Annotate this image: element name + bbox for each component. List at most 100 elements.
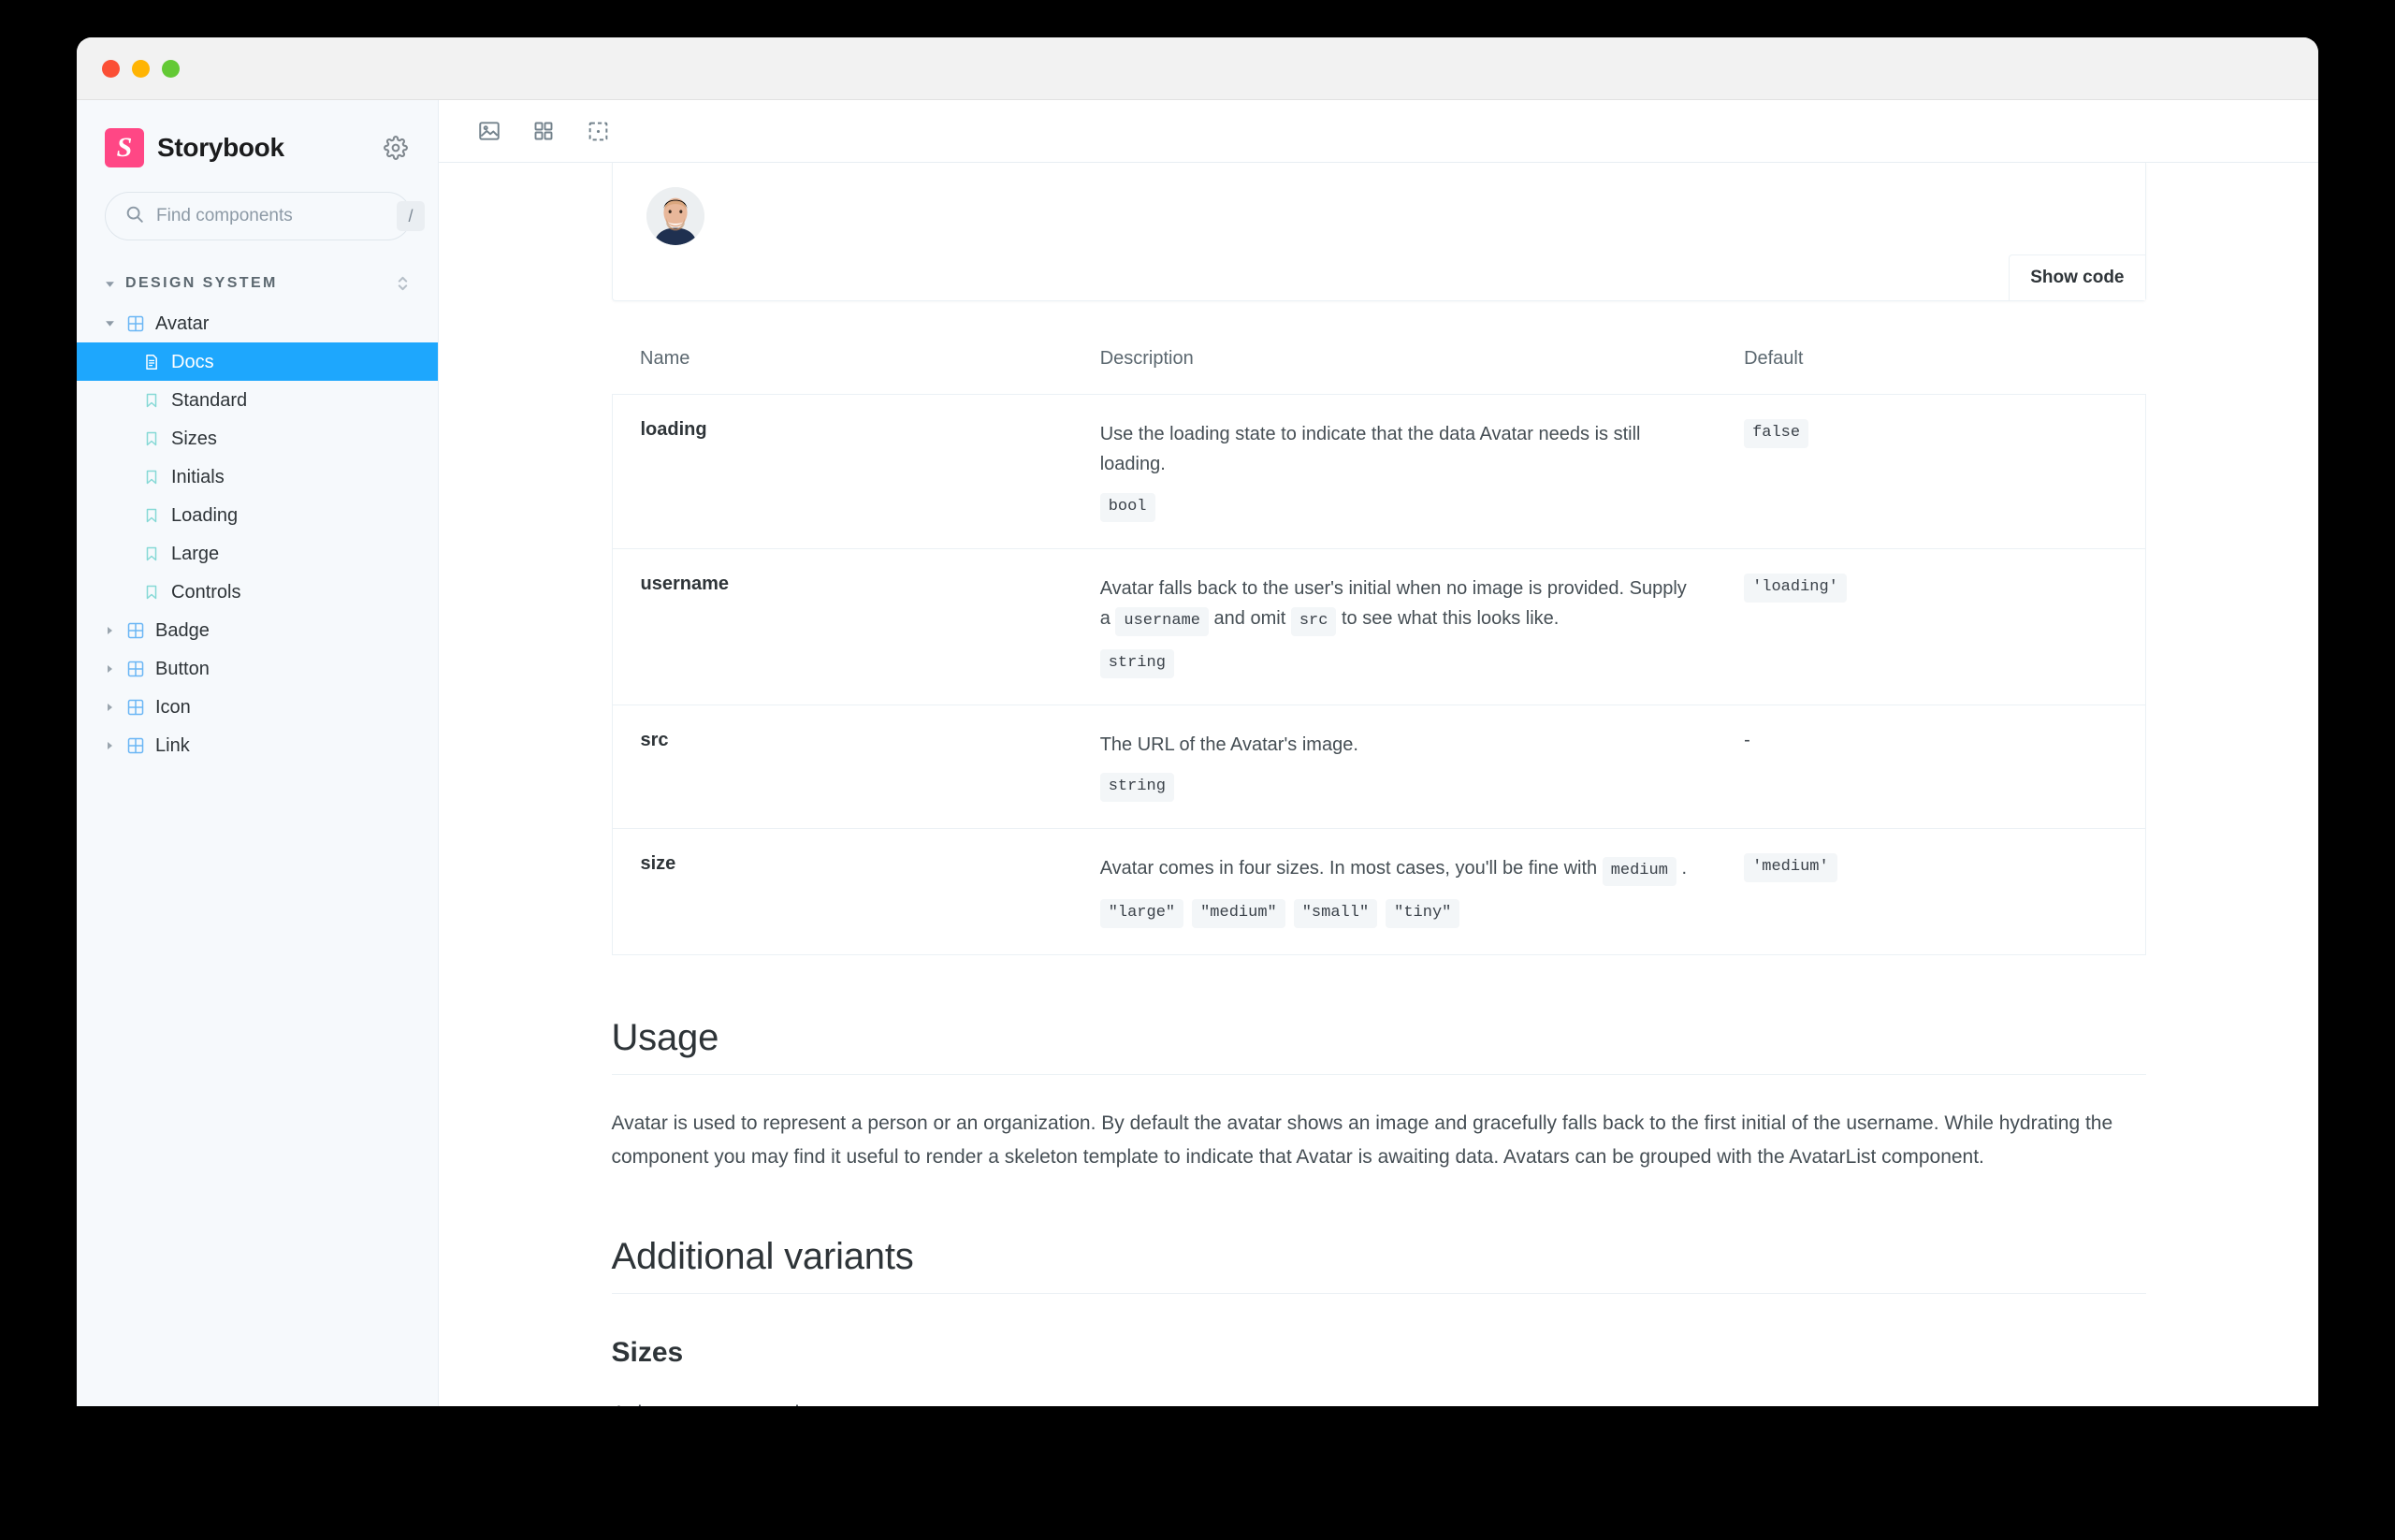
maximize-window-button[interactable] (162, 59, 180, 78)
sidebar-item-label: Link (155, 734, 190, 756)
search-icon (124, 204, 145, 229)
window-titlebar (77, 37, 2318, 100)
chevron-right-icon[interactable] (103, 624, 116, 637)
sidebar-item-sizes[interactable]: Sizes (77, 419, 438, 458)
sidebar-item-large[interactable]: Large (77, 534, 438, 573)
sidebar-item-initials[interactable]: Initials (77, 458, 438, 496)
prop-description: Use the loading state to indicate that t… (1100, 419, 1688, 480)
grid-icon[interactable] (519, 109, 568, 153)
measure-icon[interactable] (573, 109, 622, 153)
type-chip: "large" (1099, 899, 1184, 929)
table-row: src The URL of the Avatar's image. string - (612, 705, 2145, 829)
chevron-down-icon[interactable] (103, 317, 116, 330)
prop-name-cell: username (612, 548, 1072, 705)
sidebar-item-link[interactable]: Link (77, 726, 438, 764)
bookmark-icon (142, 583, 161, 602)
sidebar-item-badge[interactable]: Badge (77, 611, 438, 649)
search-box[interactable]: / (105, 192, 425, 240)
sidebar-item-label: Large (171, 543, 220, 564)
tree-root-label: DESIGN SYSTEM (125, 275, 278, 291)
component-icon (126, 660, 145, 678)
type-chip: string (1099, 649, 1174, 678)
prop-default-value: false (1744, 419, 1809, 448)
docs-scroll-area[interactable]: Show code Name Description Default loadi… (439, 163, 2318, 1406)
storybook-logo-icon: S (105, 128, 144, 167)
prop-name-cell: loading (612, 395, 1072, 549)
sidebar-item-button[interactable]: Button (77, 649, 438, 688)
sidebar-brand-row: S Storybook (77, 100, 438, 167)
chevron-down-icon (103, 277, 116, 290)
additional-variants-heading: Additional variants (611, 1236, 2146, 1295)
sidebar-item-label: Badge (155, 619, 210, 641)
prop-description-cell: Use the loading state to indicate that t… (1072, 395, 1716, 549)
prop-type-row: "large" "medium" "small" "tiny" (1099, 899, 1688, 929)
inline-code-chip: username (1115, 607, 1209, 637)
sidebar-item-avatar[interactable]: Avatar (77, 304, 438, 342)
col-header-description: Description (1099, 348, 1194, 369)
sidebar-item-label: Docs (171, 351, 214, 372)
sort-order-icon[interactable] (396, 273, 410, 294)
sidebar-item-loading[interactable]: Loading (77, 496, 438, 534)
tree-root-design-system[interactable]: DESIGN SYSTEM (77, 263, 438, 304)
type-chip: string (1099, 773, 1174, 803)
usage-paragraph: Avatar is used to represent a person or … (611, 1112, 2113, 1169)
props-table-head: Name Description Default (612, 348, 2145, 395)
window-body: S Storybook Find components / DESIGN SYS… (77, 100, 2318, 1406)
prop-type-row: bool (1099, 492, 1688, 522)
sidebar-item-label: Button (155, 658, 210, 679)
document-icon (142, 353, 161, 371)
prop-default-value: - (1744, 729, 1750, 750)
table-row: username Avatar falls back to the user's … (612, 548, 2145, 705)
sidebar-item-standard[interactable]: Standard (77, 381, 438, 419)
brand-title: Storybook (157, 133, 284, 162)
prop-name: loading (640, 419, 707, 440)
prop-description-cell: Avatar comes in four sizes. In most case… (1072, 829, 1716, 955)
zoom-image-icon[interactable] (465, 109, 514, 153)
type-chip: "small" (1293, 899, 1378, 929)
story-preview-card: Show code (611, 163, 2146, 301)
show-code-button[interactable]: Show code (2009, 254, 2145, 300)
prop-default-cell: false (1716, 395, 2145, 549)
sidebar: S Storybook Find components / DESIGN SYS… (77, 100, 439, 1406)
col-header-name: Name (640, 348, 690, 369)
sidebar-item-icon[interactable]: Icon (77, 688, 438, 726)
type-chip: "medium" (1192, 899, 1285, 929)
prop-type-row: string (1099, 649, 1688, 678)
sidebar-item-label: Standard (171, 389, 248, 411)
search-input[interactable] (156, 206, 385, 226)
component-icon (126, 314, 145, 333)
sidebar-item-label: Avatar (155, 312, 210, 334)
component-icon (126, 621, 145, 640)
prop-name-cell: src (612, 705, 1072, 828)
sizes-heading: Sizes (611, 1337, 684, 1369)
chevron-right-icon[interactable] (103, 662, 116, 676)
component-icon (126, 698, 145, 717)
prop-name-cell: size (612, 829, 1072, 955)
bookmark-icon (142, 545, 161, 563)
chevron-right-icon[interactable] (103, 739, 116, 752)
prop-default-cell: 'medium' (1716, 829, 2145, 955)
col-header-default: Default (1744, 348, 1804, 369)
description-text: Avatar comes in four sizes. In most case… (1099, 858, 1603, 879)
prop-name: size (640, 853, 676, 875)
browser-window: S Storybook Find components / DESIGN SYS… (77, 37, 2318, 1406)
prop-default-cell: - (1716, 705, 2145, 828)
type-chip: bool (1099, 492, 1155, 522)
sidebar-item-docs[interactable]: Docs (77, 342, 438, 381)
inline-code-chip: medium (1602, 857, 1676, 887)
props-table-body: loading Use the loading state to indicate… (612, 394, 2145, 955)
table-row: size Avatar comes in four sizes. In most … (612, 829, 2145, 955)
sidebar-item-controls[interactable]: Controls (77, 573, 438, 611)
props-table: Name Description Default loading Use the … (612, 348, 2146, 955)
chevron-right-icon[interactable] (103, 701, 116, 714)
inline-code-chip: src (1290, 607, 1337, 637)
minimize-window-button[interactable] (132, 59, 150, 78)
close-window-button[interactable] (102, 59, 120, 78)
bookmark-icon (142, 429, 161, 448)
canvas-toolbar (439, 100, 2318, 163)
gear-icon[interactable] (380, 132, 412, 164)
prop-default-value: 'loading' (1744, 573, 1847, 603)
logo-letter: S (116, 132, 133, 163)
search-section: / (77, 167, 438, 240)
description-text: The URL of the Avatar's image. (1099, 734, 1358, 755)
